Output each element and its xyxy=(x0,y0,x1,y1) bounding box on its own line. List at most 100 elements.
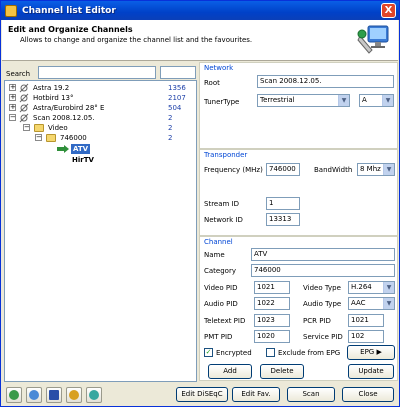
transponder-group-title: Transponder xyxy=(204,151,248,159)
service-pid-label: Service PID xyxy=(303,333,343,341)
satellite-add-icon[interactable] xyxy=(6,387,22,403)
network-group: Network Root Scan 2008.12.05. TunerType … xyxy=(199,62,398,149)
save-icon[interactable] xyxy=(46,387,62,403)
update-button[interactable]: Update xyxy=(348,364,394,379)
bandwidth-select[interactable]: 8 Mhz ▼ xyxy=(357,163,395,176)
app-icon xyxy=(5,4,17,17)
undo-icon[interactable] xyxy=(66,387,82,403)
satellite-icon xyxy=(19,93,29,103)
footer-bar: Edit DiSEqC Edit Fav. Scan Close xyxy=(2,382,398,406)
tree-item-hotbird[interactable]: + Hotbird 13° 2107 xyxy=(5,93,196,103)
channel-group: Channel Name ATV Category 746000 Video P… xyxy=(199,236,398,381)
service-pid-input[interactable]: 102 xyxy=(348,330,384,343)
frequency-label: Frequency (MHz) xyxy=(204,166,263,174)
tree-item-count: 2107 xyxy=(168,94,186,102)
delete-button[interactable]: Delete xyxy=(260,364,304,379)
collapse-icon[interactable]: − xyxy=(9,114,16,121)
details-panel: Network Root Scan 2008.12.05. TunerType … xyxy=(199,62,399,381)
tree-item-label: 746000 xyxy=(60,134,87,142)
settings-wizard-icon xyxy=(357,25,389,54)
encrypted-label: Encrypted xyxy=(216,349,252,357)
tree-item-scan[interactable]: − Scan 2008.12.05. 2 xyxy=(5,113,196,123)
audio-pid-label: Audio PID xyxy=(204,300,238,308)
channel-tree[interactable]: + Astra 19.2 1356 + Hotbird 13° 2107 + A… xyxy=(4,80,197,382)
scan-button[interactable]: Scan xyxy=(287,387,335,402)
epg-button-label: EPG xyxy=(360,348,375,356)
collapse-icon[interactable]: − xyxy=(23,124,30,131)
tree-item-transponder[interactable]: − 746000 2 xyxy=(5,133,196,143)
channel-list-editor-window: Channel list Editor X Edit and Organize … xyxy=(0,0,400,407)
bandwidth-value: 8 Mhz xyxy=(360,165,381,173)
root-input[interactable]: Scan 2008.12.05. xyxy=(257,75,394,88)
channel-arrow-icon xyxy=(57,145,69,153)
stream-id-label: Stream ID xyxy=(204,200,240,208)
tree-item-label: Scan 2008.12.05. xyxy=(33,114,95,122)
tree-item-channel-atv[interactable]: ATV xyxy=(5,144,196,154)
refresh-icon[interactable] xyxy=(86,387,102,403)
tuner-letter-select[interactable]: A ▼ xyxy=(359,94,394,107)
edit-fav-button[interactable]: Edit Fav. xyxy=(232,387,280,402)
add-button[interactable]: Add xyxy=(208,364,252,379)
category-input[interactable]: 746000 xyxy=(251,264,395,277)
name-input[interactable]: ATV xyxy=(251,248,395,261)
pcr-pid-input[interactable]: 1021 xyxy=(348,314,384,327)
teletext-pid-input[interactable]: 1023 xyxy=(254,314,290,327)
network-group-title: Network xyxy=(204,64,234,72)
pmt-pid-input[interactable]: 1020 xyxy=(254,330,290,343)
tree-item-channel-hirtv[interactable]: HirTV xyxy=(5,155,196,165)
bandwidth-label: BandWidth xyxy=(314,166,353,174)
tree-item-count: 2 xyxy=(168,114,173,122)
title-bar: Channel list Editor X xyxy=(1,1,399,20)
category-label: Category xyxy=(204,267,236,275)
epg-button[interactable]: EPG ▶ xyxy=(347,345,395,360)
satellite-edit-icon[interactable] xyxy=(26,387,42,403)
folder-icon xyxy=(34,124,44,132)
frequency-input[interactable]: 746000 xyxy=(266,163,300,176)
video-type-label: Video Type xyxy=(303,284,341,292)
search-count-input[interactable] xyxy=(160,66,196,79)
chevron-down-icon: ▼ xyxy=(383,282,394,293)
audio-type-label: Audio Type xyxy=(303,300,342,308)
triangle-right-icon: ▶ xyxy=(376,348,382,356)
header-panel: Edit and Organize Channels Allows to cha… xyxy=(2,20,398,61)
chevron-down-icon: ▼ xyxy=(383,164,394,175)
window-title: Channel list Editor xyxy=(22,5,116,16)
close-button[interactable]: Close xyxy=(342,387,394,402)
name-label: Name xyxy=(204,251,225,259)
tree-item-count: 2 xyxy=(168,134,173,142)
tree-item-label: Hotbird 13° xyxy=(33,94,74,102)
video-pid-label: Video PID xyxy=(204,284,238,292)
encrypted-checkbox[interactable]: ✓ xyxy=(204,348,213,357)
tree-item-video[interactable]: − Video 2 xyxy=(5,123,196,133)
satellite-icon xyxy=(19,113,29,123)
network-id-input[interactable]: 13313 xyxy=(266,213,300,226)
chevron-down-icon: ▼ xyxy=(382,95,393,106)
satellite-icon xyxy=(19,83,29,93)
stream-id-input[interactable]: 1 xyxy=(266,197,300,210)
tree-item-count: 1356 xyxy=(168,84,186,92)
search-input[interactable] xyxy=(38,66,156,79)
video-type-select[interactable]: H.264 ▼ xyxy=(348,281,395,294)
tree-item-astra[interactable]: + Astra 19.2 1356 xyxy=(5,83,196,93)
tree-item-astra-eurobird[interactable]: + Astra/Eurobird 28° E 504 xyxy=(5,103,196,113)
audio-type-value: AAC xyxy=(351,299,366,307)
audio-type-select[interactable]: AAC ▼ xyxy=(348,297,395,310)
search-label: Search xyxy=(6,70,31,78)
collapse-icon[interactable]: − xyxy=(35,134,42,141)
exclude-epg-label: Exclude from EPG xyxy=(278,349,341,357)
tree-item-label: Astra/Eurobird 28° E xyxy=(33,104,105,112)
expand-icon[interactable]: + xyxy=(9,84,16,91)
edit-diseqc-button[interactable]: Edit DiSEqC xyxy=(176,387,228,402)
tree-item-count: 504 xyxy=(168,104,182,112)
tree-item-label-selected: ATV xyxy=(71,144,91,154)
video-pid-input[interactable]: 1021 xyxy=(254,281,290,294)
tunertype-label: TunerType xyxy=(204,98,240,106)
channel-tree-panel: Search + Astra 19.2 1356 + Hotbird 13° 2… xyxy=(2,62,198,382)
audio-pid-input[interactable]: 1022 xyxy=(254,297,290,310)
window-close-button[interactable]: X xyxy=(381,3,396,18)
expand-icon[interactable]: + xyxy=(9,94,16,101)
expand-icon[interactable]: + xyxy=(9,104,16,111)
tunertype-select[interactable]: Terrestrial ▼ xyxy=(257,94,350,107)
channel-group-title: Channel xyxy=(204,238,233,246)
exclude-epg-checkbox[interactable] xyxy=(266,348,275,357)
